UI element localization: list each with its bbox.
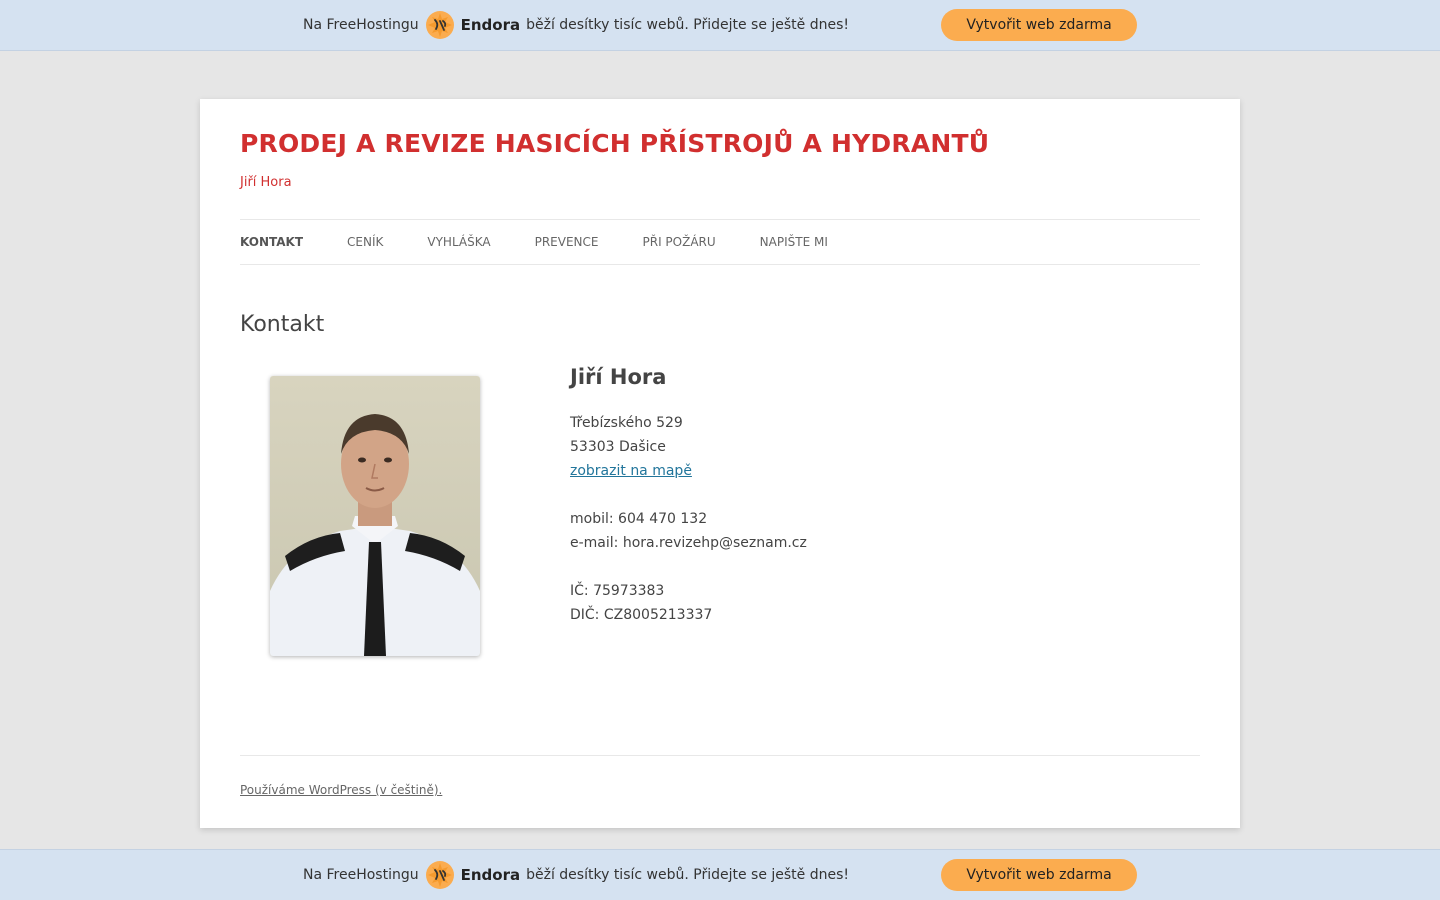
promo-brand: Endora [460, 866, 521, 884]
mobile-number: mobil: 604 470 132 [570, 511, 708, 527]
page-container: PRODEJ A REVIZE HASICÍCH PŘÍSTROJŮ A HYD… [200, 99, 1240, 828]
endora-logo-icon [425, 860, 455, 890]
nav-item-kontakt[interactable]: KONTAKT [240, 235, 303, 249]
map-link[interactable]: zobrazit na mapě [570, 459, 807, 483]
address-street: Třebízského 529 [570, 415, 683, 431]
nav-item-vyhlaska[interactable]: VYHLÁŠKA [427, 235, 490, 249]
endora-logo-icon [425, 10, 455, 40]
nav-item-prevence[interactable]: PREVENCE [535, 235, 599, 249]
promo-prefix: Na FreeHostingu [303, 17, 419, 33]
email-address: e-mail: hora.revizehp@seznam.cz [570, 535, 807, 551]
main-navigation: KONTAKT CENÍK VYHLÁŠKA PREVENCE PŘI POŽÁ… [240, 219, 1200, 265]
promo-prefix: Na FreeHostingu [303, 867, 419, 883]
create-web-button[interactable]: Vytvořit web zdarma [941, 859, 1137, 891]
contact-name: Jiří Hora [570, 365, 667, 389]
nav-item-cenik[interactable]: CENÍK [347, 235, 383, 249]
contact-info: Jiří Hora Třebízského 529 53303 Dašice z… [570, 365, 807, 627]
site-description: Jiří Hora [240, 175, 292, 190]
nav-item-pri-pozaru[interactable]: PŘI POŽÁRU [643, 235, 716, 249]
address-city: 53303 Dašice [570, 439, 666, 455]
vat-id: DIČ: CZ8005213337 [570, 607, 713, 623]
company-id: IČ: 75973383 [570, 583, 665, 599]
portrait-photo [270, 376, 480, 656]
site-title[interactable]: PRODEJ A REVIZE HASICÍCH PŘÍSTROJŮ A HYD… [240, 129, 989, 158]
wordpress-credit-link[interactable]: Používáme WordPress (v češtině). [240, 783, 442, 797]
promo-text: Na FreeHostingu Endora běží desítky tisí… [303, 0, 849, 50]
nav-item-napiste-mi[interactable]: NAPIŠTE MI [760, 235, 828, 249]
promo-bar-bottom: Na FreeHostingu Endora běží desítky tisí… [0, 849, 1440, 900]
promo-brand: Endora [460, 16, 521, 34]
promo-suffix: běží desítky tisíc webů. Přidejte se ješ… [526, 867, 850, 883]
page-title: Kontakt [240, 312, 325, 337]
promo-bar-top: Na FreeHostingu Endora běží desítky tisí… [0, 0, 1440, 51]
footer-divider [240, 755, 1200, 756]
promo-suffix: běží desítky tisíc webů. Přidejte se ješ… [526, 17, 850, 33]
promo-text: Na FreeHostingu Endora běží desítky tisí… [303, 850, 849, 900]
create-web-button[interactable]: Vytvořit web zdarma [941, 9, 1137, 41]
